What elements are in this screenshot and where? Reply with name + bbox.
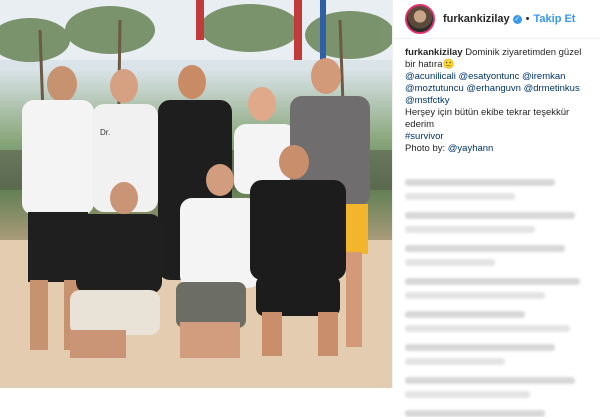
mention-link[interactable]: @moztutuncu: [405, 83, 464, 94]
photo-by-label: Photo by:: [405, 143, 446, 154]
mention-link[interactable]: @mstfctky: [405, 95, 449, 106]
hashtag-link[interactable]: #survivor: [405, 131, 444, 142]
follow-button[interactable]: Takip Et: [534, 13, 576, 25]
mention-link[interactable]: @drmetinkus: [524, 83, 580, 94]
caption-username[interactable]: furkankizilay: [405, 47, 463, 58]
username[interactable]: furkankizilay: [443, 13, 510, 25]
mention-link[interactable]: @iremkan: [522, 71, 565, 82]
mention-link[interactable]: @acunilicali: [405, 71, 456, 82]
caption: furkankizilay Dominik ziyaretimden güzel…: [393, 39, 600, 155]
blurred-comments: [393, 172, 600, 417]
post-header: furkankizilay ✓ • Takip Et: [393, 0, 600, 39]
post-photo[interactable]: Dr.: [0, 0, 392, 388]
group-photo-illustration: Dr.: [0, 0, 392, 388]
caption-emoji: 🙂: [442, 59, 455, 70]
separator-dot: •: [525, 13, 530, 25]
photo-by-user[interactable]: @yayhann: [448, 143, 494, 154]
avatar[interactable]: [405, 4, 435, 34]
thanks-text: Herşey için bütün ekibe tekrar teşekkür …: [405, 107, 570, 130]
post-side-panel: furkankizilay ✓ • Takip Et furkankizilay…: [392, 0, 600, 417]
mention-link[interactable]: @erhanguvn: [466, 83, 521, 94]
verified-badge-icon: ✓: [512, 14, 522, 24]
shirt-text: Dr.: [100, 128, 110, 137]
mention-link[interactable]: @esatyontunc: [458, 71, 519, 82]
